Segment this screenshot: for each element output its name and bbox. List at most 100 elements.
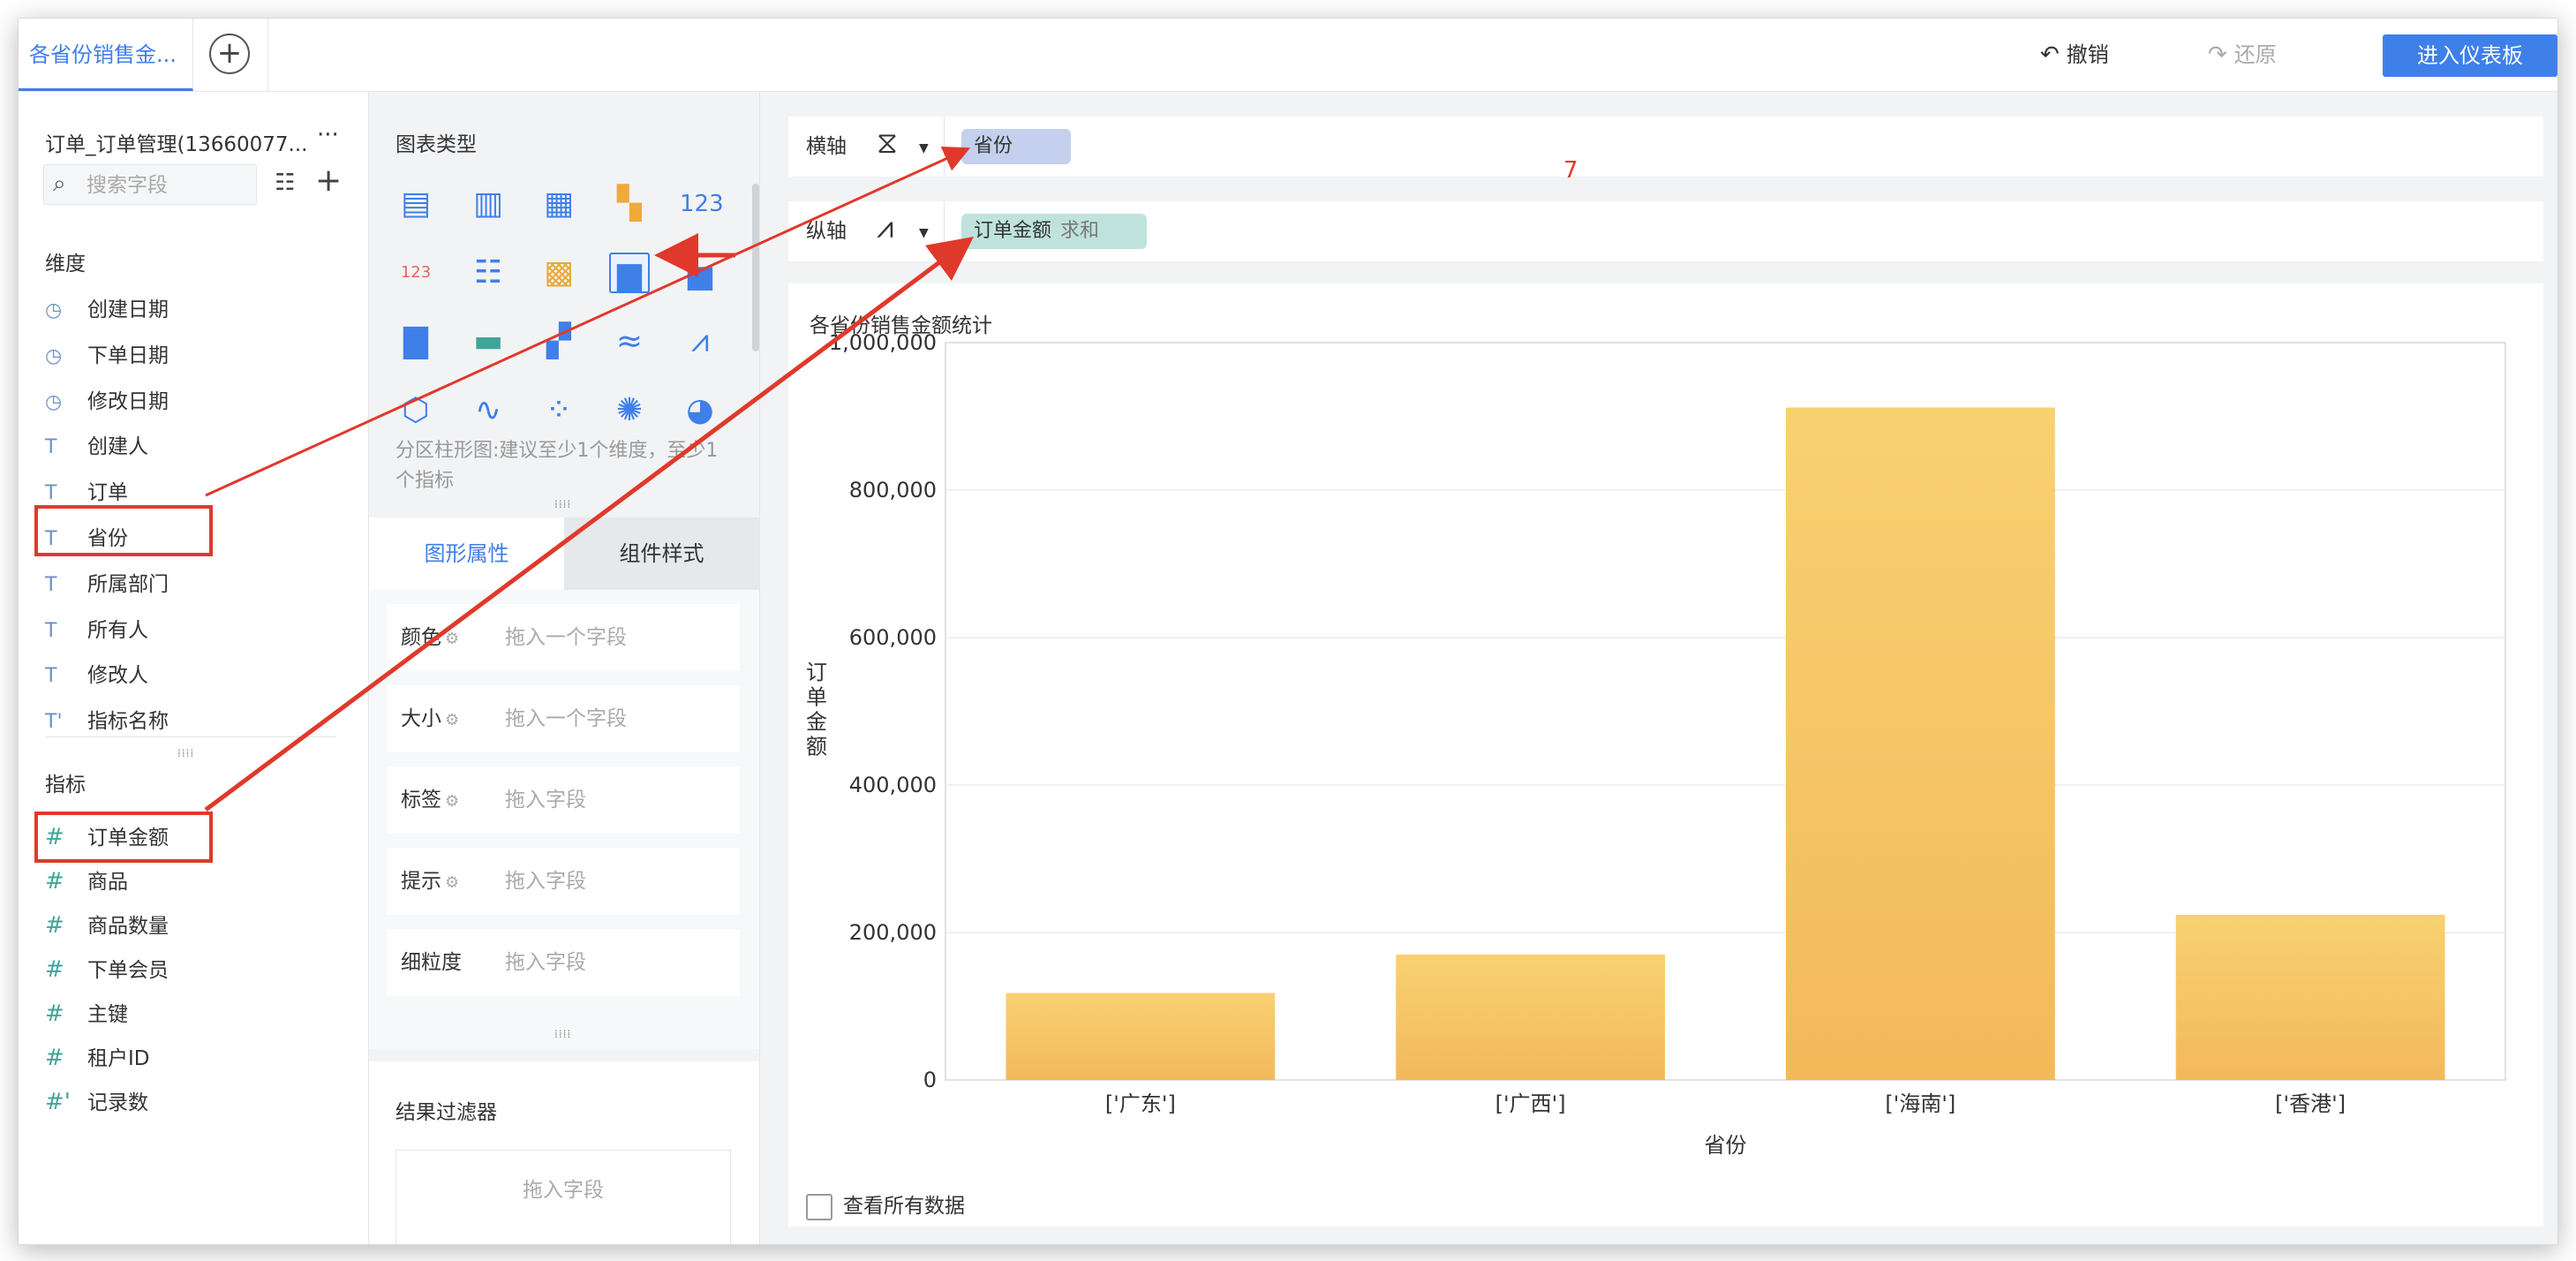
x-tick-label: ['香港'] (2275, 1091, 2346, 1116)
add-field-icon[interactable]: + (315, 162, 342, 199)
dimension-field[interactable]: T 所有人 (45, 611, 336, 650)
redo-button[interactable]: ↷ 还原 (2208, 42, 2277, 68)
search-input[interactable] (85, 170, 247, 200)
pie-chart-icon[interactable]: ◕ (680, 390, 720, 431)
result-filter-dropzone[interactable]: 拖入字段 (395, 1150, 731, 1244)
tooltip-field-slot[interactable]: 提示 ⚙ 拖入字段 (387, 848, 740, 915)
text-type-icon: T (45, 619, 57, 642)
fields-panel: 订单_订单管理(13660077... ··· ⌕ ☷ + 维度 ◷ 创建日期 ◷ 下… (19, 92, 369, 1244)
field-label: 商品数量 (87, 915, 169, 938)
scatter-chart-icon[interactable]: ⁘ (539, 390, 579, 431)
calc-number-type-icon: #' (45, 1089, 71, 1115)
scrollbar[interactable] (752, 184, 759, 351)
y-axis-title: 订单金额 (806, 661, 827, 759)
divider (267, 19, 268, 91)
x-axis-field-pill[interactable]: 省份 (961, 129, 1071, 164)
measures-heading: 指标 (45, 774, 86, 797)
axis-type-icon[interactable]: ⩘ (877, 210, 893, 245)
enter-dashboard-button[interactable]: 进入仪表板 (2383, 34, 2557, 77)
dimensions-heading: 维度 (45, 253, 86, 276)
area-chart-icon[interactable]: ∿ (468, 390, 508, 431)
y-axis-field-pill[interactable]: 订单金额 求和 (961, 214, 1147, 249)
dimension-field[interactable]: T 创建人 (45, 427, 336, 466)
field-label: 修改人 (87, 664, 148, 688)
kpi-block-icon[interactable]: ▚ (609, 184, 650, 224)
multi-line-icon[interactable]: ⩘ (680, 321, 720, 362)
dimension-field[interactable]: T 修改人 (45, 656, 336, 695)
dimension-field[interactable]: ◷ 下单日期 (45, 336, 336, 375)
stacked-bar-icon[interactable]: ▅ (680, 253, 720, 293)
chevron-down-icon[interactable]: ▼ (919, 226, 929, 240)
gear-icon[interactable]: ⚙ (445, 792, 459, 811)
resize-handle[interactable]: ⁞⁞⁞⁞ (554, 1028, 571, 1040)
tab-component-style[interactable]: 组件样式 (564, 517, 759, 590)
measure-field[interactable]: # 商品 (45, 862, 336, 901)
bar-chart-icon[interactable]: ▇ (395, 321, 436, 362)
y-axis-row: 纵轴 ⩘ ▼ 订单金额 求和 (788, 201, 2543, 261)
field-label: 指标名称 (87, 710, 169, 734)
line-chart-icon[interactable]: ≈ (609, 321, 650, 362)
dimension-field[interactable]: ◷ 创建日期 (45, 291, 336, 329)
tab-graphic-properties[interactable]: 图形属性 (369, 517, 564, 590)
undo-button[interactable]: ↶ 撤销 (2040, 42, 2109, 68)
divider (45, 736, 336, 737)
number-card-icon[interactable]: 123 (680, 184, 724, 224)
measure-field[interactable]: # 主键 (45, 994, 336, 1033)
config-panel: 图表类型 ▤ ▥ ▦ ▚ 123 123 ☷ ▩ ▆ ▅ ▇ ▬ ▞ ≈ ⩘ ⬡… (369, 92, 760, 1244)
sort-icon[interactable]: ☷ (275, 170, 295, 196)
field-label: 所有人 (87, 618, 148, 642)
table-chart-icon[interactable]: ▤ (395, 184, 436, 224)
text-type-icon: T (45, 665, 57, 688)
dimension-field[interactable]: T' 指标名称 (45, 702, 336, 741)
chevron-down-icon[interactable]: ▼ (919, 141, 929, 155)
highlight-box-province (34, 505, 213, 556)
dimension-field[interactable]: T 所属部门 (45, 565, 336, 604)
bubble-chart-icon[interactable]: ✺ (609, 390, 650, 431)
heatmap-icon[interactable]: ▩ (539, 253, 579, 293)
cross-table-icon[interactable]: ▦ (539, 184, 579, 224)
resize-handle[interactable]: ⁞⁞⁞⁞ (177, 747, 194, 759)
measure-field[interactable]: # 商品数量 (45, 906, 336, 945)
measure-field[interactable]: # 租户ID (45, 1038, 336, 1077)
view-all-data-checkbox[interactable]: 查看所有数据 (806, 1191, 965, 1221)
y-tick-label: 0 (923, 1068, 937, 1092)
result-filter-heading: 结果过滤器 (395, 1101, 497, 1124)
waterfall-icon[interactable]: ▞ (539, 321, 579, 362)
more-icon[interactable]: ··· (317, 122, 339, 148)
x-axis-row: 横轴 ⧖ ▼ 省份 (788, 117, 2543, 177)
field-label: 下单会员 (87, 959, 169, 982)
horizontal-bar-icon[interactable]: ▬ (468, 321, 508, 362)
dimension-field[interactable]: ◷ 修改日期 (45, 382, 336, 421)
partition-bar-chart-icon[interactable]: ▆ (609, 253, 650, 293)
label-field-slot[interactable]: 标签 ⚙ 拖入字段 (387, 766, 740, 834)
resize-handle[interactable]: ⁞⁞⁞⁞ (554, 498, 571, 510)
undo-icon: ↶ (2040, 42, 2060, 68)
top-bar: 各省份销售金... + ↶ 撤销 ↷ 还原 进入仪表板 (19, 19, 2557, 92)
gear-icon[interactable]: ⚙ (445, 711, 459, 729)
radar-chart-icon[interactable]: ⬡ (395, 390, 436, 431)
gear-icon[interactable]: ⚙ (445, 873, 459, 892)
measure-field[interactable]: # 下单会员 (45, 950, 336, 989)
chart-type-heading: 图表类型 (395, 133, 477, 156)
checkbox-icon[interactable] (806, 1193, 832, 1220)
text-type-icon: T (45, 573, 57, 596)
axis-type-icon[interactable]: ⧖ (877, 125, 898, 161)
divider (944, 201, 945, 261)
bar (1785, 407, 2055, 1080)
size-field-slot[interactable]: 大小 ⚙ 拖入一个字段 (387, 685, 740, 752)
datasource-title[interactable]: 订单_订单管理(13660077... (45, 127, 307, 157)
list-chart-icon[interactable]: ☷ (468, 253, 508, 293)
y-tick-label: 400,000 (849, 773, 937, 797)
tab-chart[interactable]: 各省份销售金... (19, 19, 193, 91)
multi-kpi-icon[interactable]: 123 (395, 253, 436, 293)
granularity-field-slot[interactable]: 细粒度 拖入字段 (387, 929, 740, 996)
gear-icon[interactable]: ⚙ (445, 630, 459, 648)
aggregation-label[interactable]: 求和 (1060, 220, 1099, 242)
property-tabs: 图形属性 组件样式 (369, 517, 759, 590)
group-table-icon[interactable]: ▥ (468, 184, 508, 224)
add-tab-icon[interactable]: + (209, 34, 250, 74)
x-axis-title: 省份 (1705, 1133, 1747, 1158)
number-type-icon: # (45, 956, 64, 983)
measure-field[interactable]: #' 记录数 (45, 1083, 336, 1121)
color-field-slot[interactable]: 颜色 ⚙ 拖入一个字段 (387, 604, 740, 671)
